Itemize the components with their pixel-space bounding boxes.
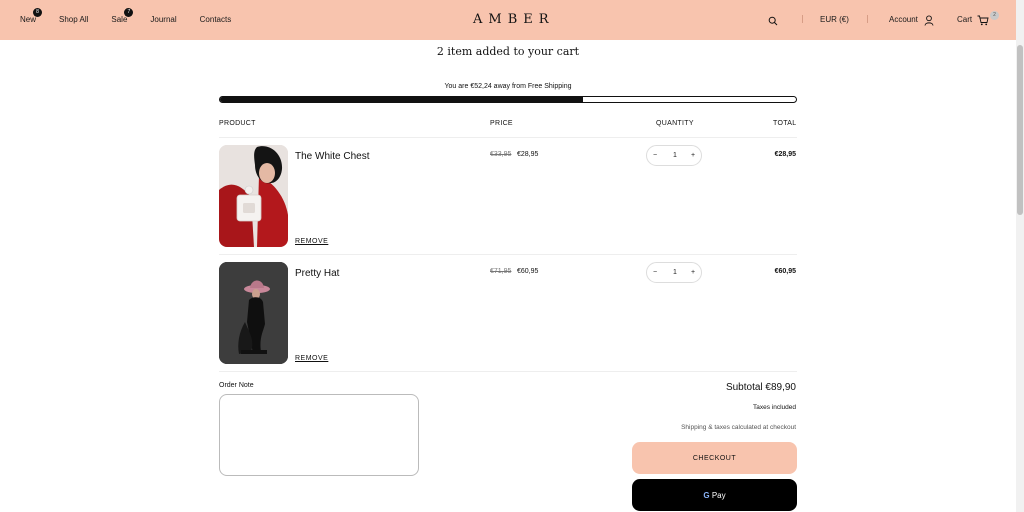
currency-selector[interactable]: EUR (€): [820, 15, 849, 24]
nav-sale-badge: 7: [124, 8, 134, 17]
nav-sale-label: Sale: [111, 15, 128, 24]
order-note-label: Order Note: [219, 382, 254, 389]
column-header-product: PRODUCT: [219, 120, 256, 127]
nav-shop-all-label: Shop All: [59, 15, 89, 24]
row-divider: [219, 137, 797, 138]
nav-journal[interactable]: Journal: [150, 15, 176, 24]
product-image-pretty-hat[interactable]: [219, 262, 288, 364]
checkout-button[interactable]: CHECKOUT: [632, 442, 797, 474]
decrease-quantity-button[interactable]: −: [653, 152, 657, 159]
quantity-value[interactable]: 1: [673, 269, 677, 276]
free-shipping-message: You are €52,24 away from Free Shipping: [444, 83, 572, 90]
nav-new-badge: 8: [33, 8, 43, 17]
sale-price: €28,95: [517, 151, 539, 158]
nav-new[interactable]: New 8: [20, 8, 43, 24]
row-divider: [219, 254, 797, 255]
cart-icon[interactable]: [977, 13, 989, 31]
google-pay-label: Pay: [711, 490, 726, 500]
nav-contacts[interactable]: Contacts: [200, 15, 232, 24]
google-pay-button[interactable]: G Pay: [632, 479, 797, 511]
page-scrollbar[interactable]: [1016, 0, 1024, 512]
site-header: New 8 Shop All Sale 7 Journal Contacts A…: [0, 0, 1016, 40]
free-shipping-progress-fill: [220, 97, 583, 102]
row-divider: [219, 371, 797, 372]
header-divider: [867, 15, 868, 23]
site-logo[interactable]: AMBER: [473, 12, 555, 27]
remove-item-button[interactable]: REMOVE: [295, 238, 328, 245]
nav-contacts-label: Contacts: [199, 15, 232, 24]
nav-shop-all[interactable]: Shop All: [59, 15, 88, 24]
quantity-stepper: − 1 +: [646, 145, 702, 166]
account-link[interactable]: Account: [889, 15, 918, 24]
quantity-stepper: − 1 +: [646, 262, 702, 283]
line-total: €28,95: [774, 151, 796, 158]
original-price: €71,95: [490, 268, 512, 275]
order-note-field[interactable]: [219, 394, 419, 476]
header-divider: [802, 15, 803, 23]
column-header-total: TOTAL: [773, 120, 797, 127]
original-price: €33,95: [490, 151, 512, 158]
increase-quantity-button[interactable]: +: [691, 269, 695, 276]
taxes-note: Taxes included: [753, 404, 796, 411]
decrease-quantity-button[interactable]: −: [653, 269, 657, 276]
line-total: €60,95: [774, 268, 796, 275]
increase-quantity-button[interactable]: +: [691, 152, 695, 159]
scrollbar-thumb[interactable]: [1017, 45, 1023, 215]
sale-price: €60,95: [517, 268, 539, 275]
cart-link[interactable]: Cart: [957, 15, 972, 24]
cart-title: 2 item added to your cart: [436, 45, 580, 58]
subtotal: Subtotal €89,90: [725, 382, 796, 393]
nav-new-label: New: [20, 15, 37, 24]
cart-count-badge: 2: [990, 11, 999, 20]
nav-sale[interactable]: Sale 7: [111, 8, 134, 24]
product-image-white-chest[interactable]: [219, 145, 288, 247]
quantity-value[interactable]: 1: [673, 152, 677, 159]
search-icon[interactable]: [768, 13, 778, 31]
nav-journal-label: Journal: [150, 15, 177, 24]
column-header-quantity: QUANTITY: [656, 120, 694, 127]
user-icon[interactable]: [924, 13, 934, 31]
google-g-icon: G: [703, 490, 710, 500]
shipping-note: Shipping & taxes calculated at checkout: [681, 424, 796, 431]
remove-item-button[interactable]: REMOVE: [295, 355, 328, 362]
free-shipping-progress: [219, 96, 797, 103]
main-nav: New 8 Shop All Sale 7 Journal Contacts: [20, 8, 254, 24]
product-name[interactable]: The White Chest: [295, 151, 369, 162]
column-header-price: PRICE: [490, 120, 513, 127]
product-name[interactable]: Pretty Hat: [295, 268, 339, 279]
